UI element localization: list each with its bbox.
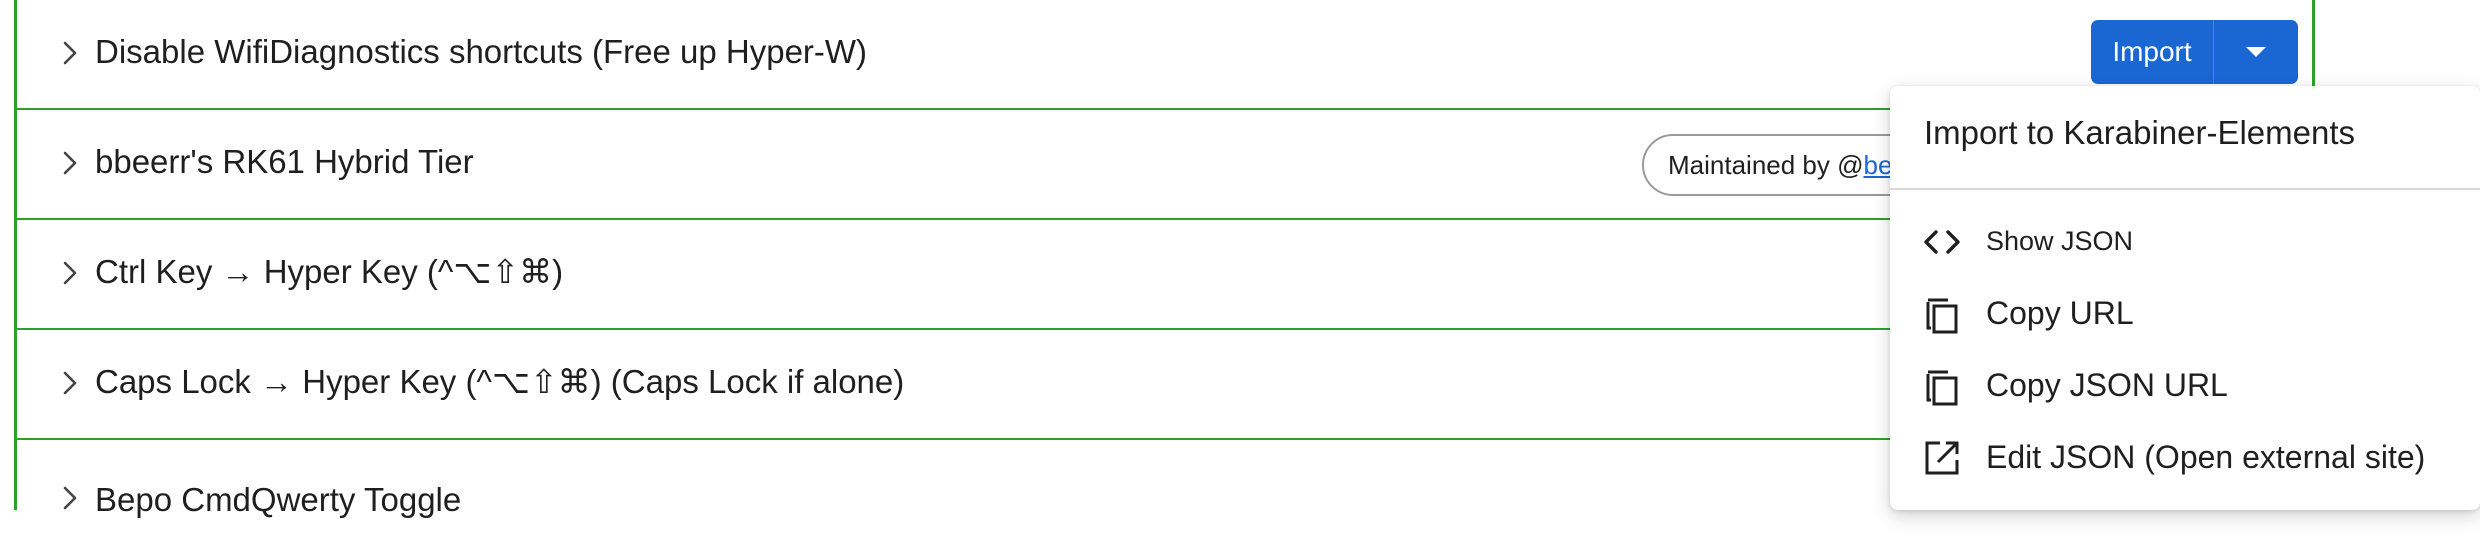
menu-divider	[1890, 188, 2480, 190]
maintainer-prefix: Maintained by @	[1668, 150, 1864, 180]
rule-title: bbeerr's RK61 Hybrid Tier	[95, 143, 474, 180]
menu-item-edit-json[interactable]: Edit JSON (Open external site)	[1890, 426, 2480, 488]
copy-icon	[1922, 366, 1962, 406]
menu-item-label: Copy JSON URL	[1986, 367, 2228, 403]
chevron-right-icon[interactable]	[55, 148, 85, 178]
code-icon	[1922, 222, 1962, 262]
import-split-button: Import	[2091, 20, 2298, 84]
menu-item-copy-json-url[interactable]: Copy JSON URL	[1890, 354, 2480, 416]
menu-item-label: Edit JSON (Open external site)	[1986, 439, 2426, 475]
chevron-right-icon[interactable]	[55, 368, 85, 398]
maintainer-link[interactable]: be	[1864, 150, 1893, 180]
open-external-icon	[1922, 438, 1962, 478]
chevron-right-icon[interactable]	[55, 38, 85, 68]
menu-item-copy-url[interactable]: Copy URL	[1890, 282, 2480, 344]
copy-icon	[1922, 294, 1962, 334]
import-button[interactable]: Import	[2091, 20, 2214, 84]
rule-title: Bepo CmdQwerty Toggle	[95, 481, 462, 518]
menu-item-label: Copy URL	[1986, 295, 2134, 331]
caret-down-icon	[2246, 47, 2266, 57]
chevron-right-icon[interactable]	[55, 258, 85, 288]
import-dropdown-button[interactable]	[2214, 20, 2298, 84]
menu-header: Import to Karabiner-Elements	[1924, 114, 2356, 151]
menu-item-label: Show JSON	[1986, 226, 2134, 256]
rule-title: Ctrl Key → Hyper Key (^⌥⇧⌘)	[95, 253, 564, 290]
chevron-right-icon[interactable]	[55, 483, 85, 513]
rule-title: Caps Lock → Hyper Key (^⌥⇧⌘) (Caps Lock …	[95, 363, 905, 400]
import-dropdown-menu: Import to Karabiner-Elements Show JSON C…	[1890, 86, 2480, 510]
rule-title: Disable WifiDiagnostics shortcuts (Free …	[95, 33, 868, 70]
menu-item-show-json[interactable]: Show JSON	[1890, 210, 2480, 272]
